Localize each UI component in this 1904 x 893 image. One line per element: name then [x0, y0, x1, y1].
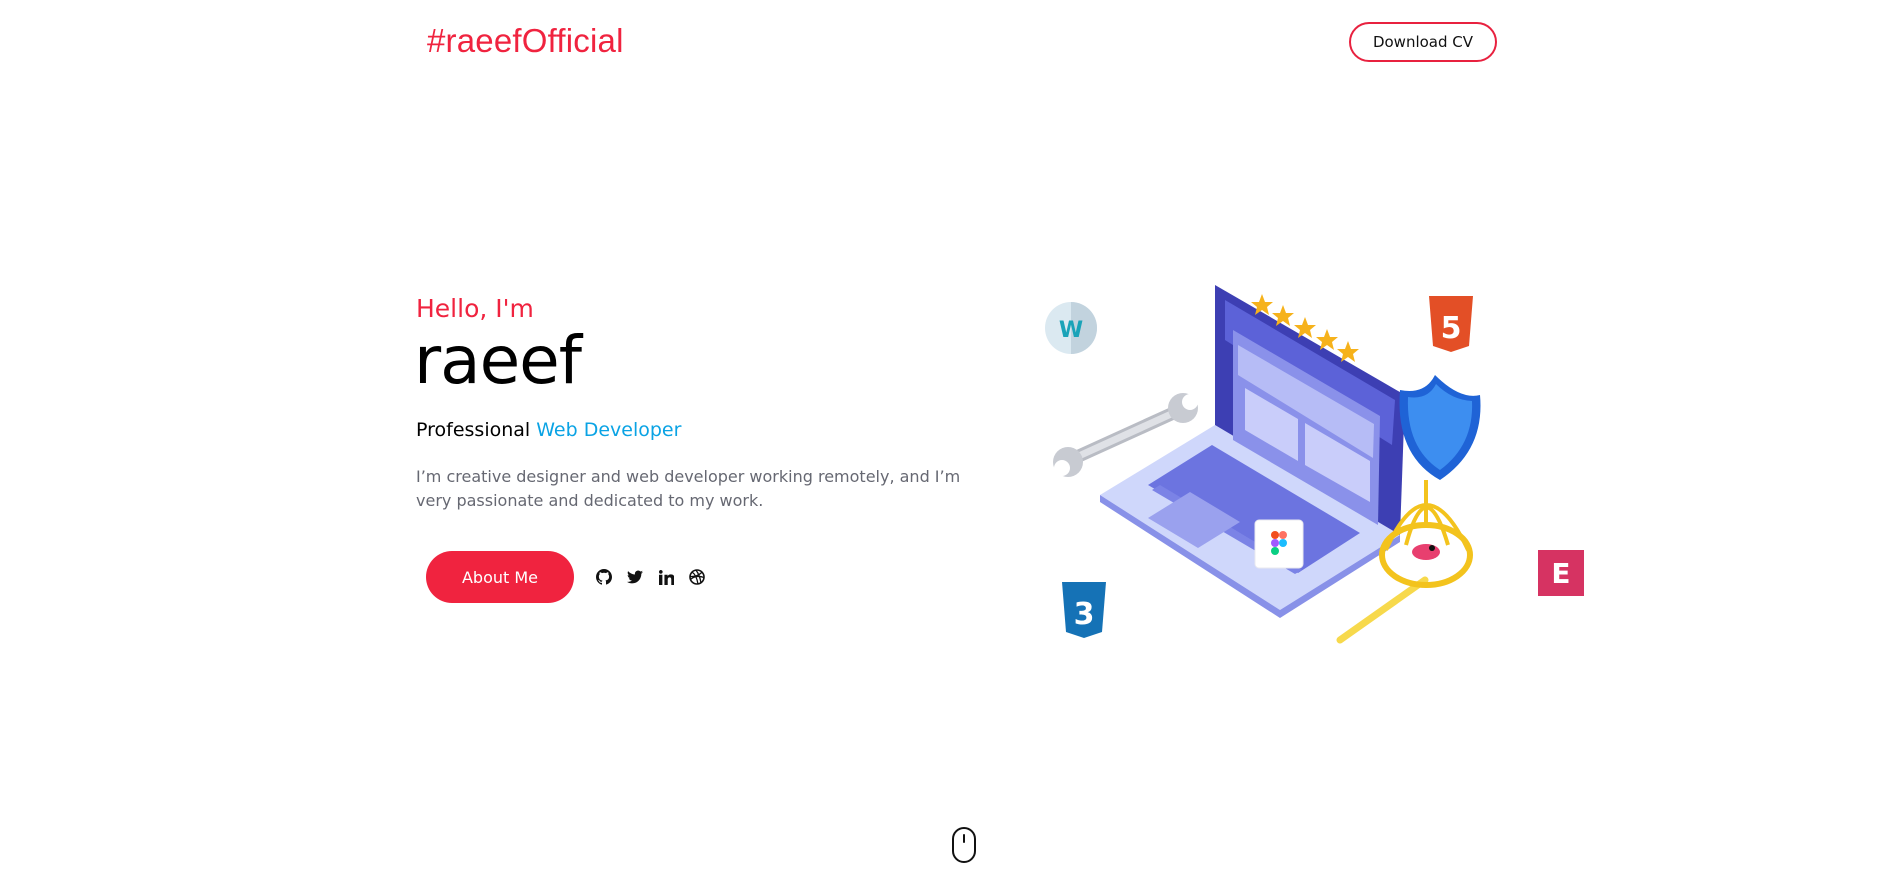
dribbble-icon[interactable] — [687, 567, 707, 587]
social-links — [594, 567, 707, 587]
hero-description: I’m creative designer and web developer … — [416, 467, 961, 510]
twitter-icon[interactable] — [625, 567, 645, 587]
hero-name: raeef — [414, 322, 582, 399]
shield-icon — [1399, 375, 1481, 480]
svg-text:E: E — [1551, 557, 1570, 590]
html5-icon: 5 — [1429, 296, 1473, 352]
linkedin-icon[interactable] — [656, 567, 676, 587]
hero-illustration: W 5 3 E — [1045, 285, 1584, 644]
svg-text:3: 3 — [1074, 597, 1095, 632]
download-cv-button[interactable]: Download CV — [1349, 22, 1497, 62]
site-logo[interactable]: #raeefOfficial — [427, 22, 624, 60]
greeting: Hello, I'm — [416, 294, 534, 323]
role-line: Professional Web Developer — [416, 419, 681, 441]
webflow-icon: W — [1045, 302, 1097, 354]
about-me-button[interactable]: About Me — [426, 551, 574, 603]
laptop-illustration — [1100, 285, 1405, 618]
github-icon[interactable] — [594, 567, 614, 587]
css3-icon: 3 — [1062, 582, 1106, 638]
role-accent: Web Developer — [536, 419, 682, 441]
svg-text:5: 5 — [1441, 311, 1462, 346]
role-prefix: Professional — [416, 419, 531, 441]
mouse-scroll-icon[interactable] — [951, 826, 977, 864]
svg-text:W: W — [1059, 318, 1083, 343]
figma-icon — [1254, 519, 1304, 569]
elementor-icon: E — [1538, 550, 1584, 596]
